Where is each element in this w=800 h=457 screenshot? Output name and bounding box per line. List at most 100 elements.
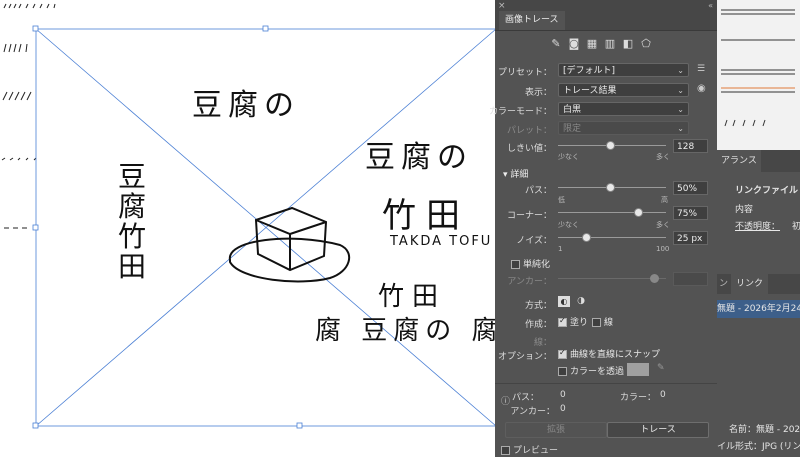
paths-low: 低: [558, 196, 565, 204]
snap-checkbox[interactable]: [558, 348, 567, 359]
mode-dropdown[interactable]: 白黒 ⌄: [558, 102, 689, 116]
detail-header: 詳細: [510, 170, 529, 180]
ignore-white-label: カラーを透過: [570, 367, 625, 377]
method-label: 方式：: [524, 301, 552, 311]
view-label: 表示：: [524, 88, 552, 98]
opacity-label[interactable]: 不透明度：: [735, 219, 780, 232]
threshold-thumb[interactable]: [606, 141, 615, 150]
color-swatch[interactable]: [627, 363, 649, 376]
paths-input[interactable]: 50%: [673, 181, 708, 195]
palette-dropdown: 限定 ⌄: [558, 121, 689, 135]
noise-min: 1: [558, 245, 563, 253]
noise-slider[interactable]: [558, 233, 666, 242]
tab-n[interactable]: ン: [719, 274, 728, 294]
tab-links[interactable]: リンク: [731, 274, 769, 294]
corners-slider[interactable]: [558, 208, 666, 217]
snap-label: 曲線を直線にスナップ: [570, 350, 661, 360]
simplify-option[interactable]: 単純化: [511, 257, 550, 270]
options-row: オプション： 曲線を直線にスナップ: [495, 347, 717, 363]
collapse-icon[interactable]: «: [708, 1, 713, 10]
expand-button[interactable]: 拡張: [505, 422, 607, 438]
options-label: オプション：: [497, 352, 552, 362]
fill-option[interactable]: 塗り: [558, 315, 588, 328]
fill-checkbox[interactable]: [558, 316, 567, 327]
file-format-label: イル形式：JPG (リンク: [717, 442, 800, 452]
anchors-thumb: [650, 274, 659, 283]
preset-value: [デフォルト]: [563, 66, 616, 76]
simplify-checkbox[interactable]: [511, 260, 520, 269]
threshold-input[interactable]: 128: [673, 139, 708, 153]
info-icon: ⓘ: [501, 397, 511, 407]
threshold-low: 少なく: [558, 153, 579, 161]
info-anchors-label: アンカー：: [510, 407, 555, 417]
paths-thumb[interactable]: [606, 183, 615, 192]
ignore-white-row: カラーを透過 ✎: [495, 363, 717, 380]
view-value: トレース結果: [563, 86, 617, 96]
handwritten-text-4: TAKDA TOFU: [390, 234, 493, 249]
tab-image-trace[interactable]: 画像トレース: [499, 11, 565, 30]
abutting-method-icon[interactable]: ◐: [558, 296, 570, 307]
tab-appearance[interactable]: アランス: [717, 150, 761, 172]
palette-label: パレット：: [506, 126, 552, 136]
preview-option[interactable]: プレビュー: [501, 443, 558, 456]
content-label[interactable]: 内容: [735, 202, 753, 215]
preview-checkbox[interactable]: [501, 446, 510, 455]
tofu-sketch: [228, 206, 351, 283]
stroke-option[interactable]: 線: [592, 315, 613, 328]
anchors-input: [673, 272, 708, 286]
noise-thumb[interactable]: [582, 233, 591, 242]
paths-label: パス：: [524, 186, 552, 196]
corners-thumb[interactable]: [634, 208, 643, 217]
threshold-slider[interactable]: [558, 141, 666, 150]
high-color-icon[interactable]: ◙: [568, 38, 580, 50]
detail-disclosure[interactable]: ▾ 詳細: [503, 167, 528, 180]
ignore-white-option[interactable]: カラーを透過: [558, 364, 624, 377]
info-paths-label: パス：: [511, 393, 539, 403]
menu-list-icon[interactable]: ☰: [697, 64, 705, 74]
link-name-label: 名前：無題 - 2026: [729, 425, 800, 435]
create-row: 作成： 塗り 線: [495, 315, 717, 331]
overlapping-method-icon[interactable]: ◑: [575, 296, 587, 307]
preset-dropdown[interactable]: [デフォルト] ⌄: [558, 63, 689, 77]
outline-icon[interactable]: ⬠: [640, 38, 652, 50]
auto-color-icon[interactable]: ✎: [550, 38, 562, 50]
anchors-slider: [558, 274, 666, 283]
chevron-down-icon: ⌄: [677, 105, 684, 114]
corners-input[interactable]: 75%: [673, 206, 708, 220]
grayscale-icon[interactable]: ▥: [604, 38, 616, 50]
black-white-icon[interactable]: ◧: [622, 38, 634, 50]
create-label: 作成：: [524, 320, 552, 330]
snap-option[interactable]: 曲線を直線にスナップ: [558, 347, 660, 360]
eye-icon[interactable]: ◉: [697, 83, 706, 94]
view-dropdown[interactable]: トレース結果 ⌄: [558, 83, 689, 97]
stroke-checkbox[interactable]: [592, 318, 601, 327]
simplify-label: 単純化: [523, 260, 551, 270]
handwritten-text-2: 豆腐の: [365, 140, 473, 175]
eyedropper-icon[interactable]: ✎: [657, 363, 665, 373]
noise-input[interactable]: 25 px: [673, 231, 708, 245]
panel-titlebar: × « 画像トレース: [495, 0, 717, 31]
method-row: 方式： ◐ ◑: [495, 296, 717, 312]
trace-button[interactable]: トレース: [607, 422, 709, 438]
opacity-value: 初: [792, 222, 800, 232]
palette-value: 限定: [563, 124, 582, 134]
paths-slider[interactable]: [558, 183, 666, 192]
threshold-row: しきい値： 128: [495, 139, 717, 155]
handwritten-text-1: 豆腐の: [192, 88, 300, 123]
close-icon[interactable]: ×: [498, 1, 506, 11]
thumbnail-lines: [721, 9, 795, 127]
low-color-icon[interactable]: ▦: [586, 38, 598, 50]
corners-low: 少なく: [558, 221, 579, 229]
fill-label: 塗り: [570, 318, 589, 328]
appearance-tabbar: アランス: [717, 150, 800, 172]
preset-row: プリセット： [デフォルト] ⌄ ☰: [495, 63, 717, 79]
preview-label: プレビュー: [513, 446, 559, 456]
info-colors-value: 0: [660, 390, 666, 400]
divider: [495, 383, 717, 384]
mode-label: カラーモード：: [488, 107, 552, 117]
ignore-white-checkbox[interactable]: [558, 367, 567, 376]
link-list-item[interactable]: 無題 - 2026年2月24日: [717, 300, 800, 318]
link-file-header: リンクファイル: [735, 186, 799, 196]
triangle-down-icon: ▾: [503, 170, 508, 180]
anchors-label: アンカー：: [507, 277, 552, 287]
